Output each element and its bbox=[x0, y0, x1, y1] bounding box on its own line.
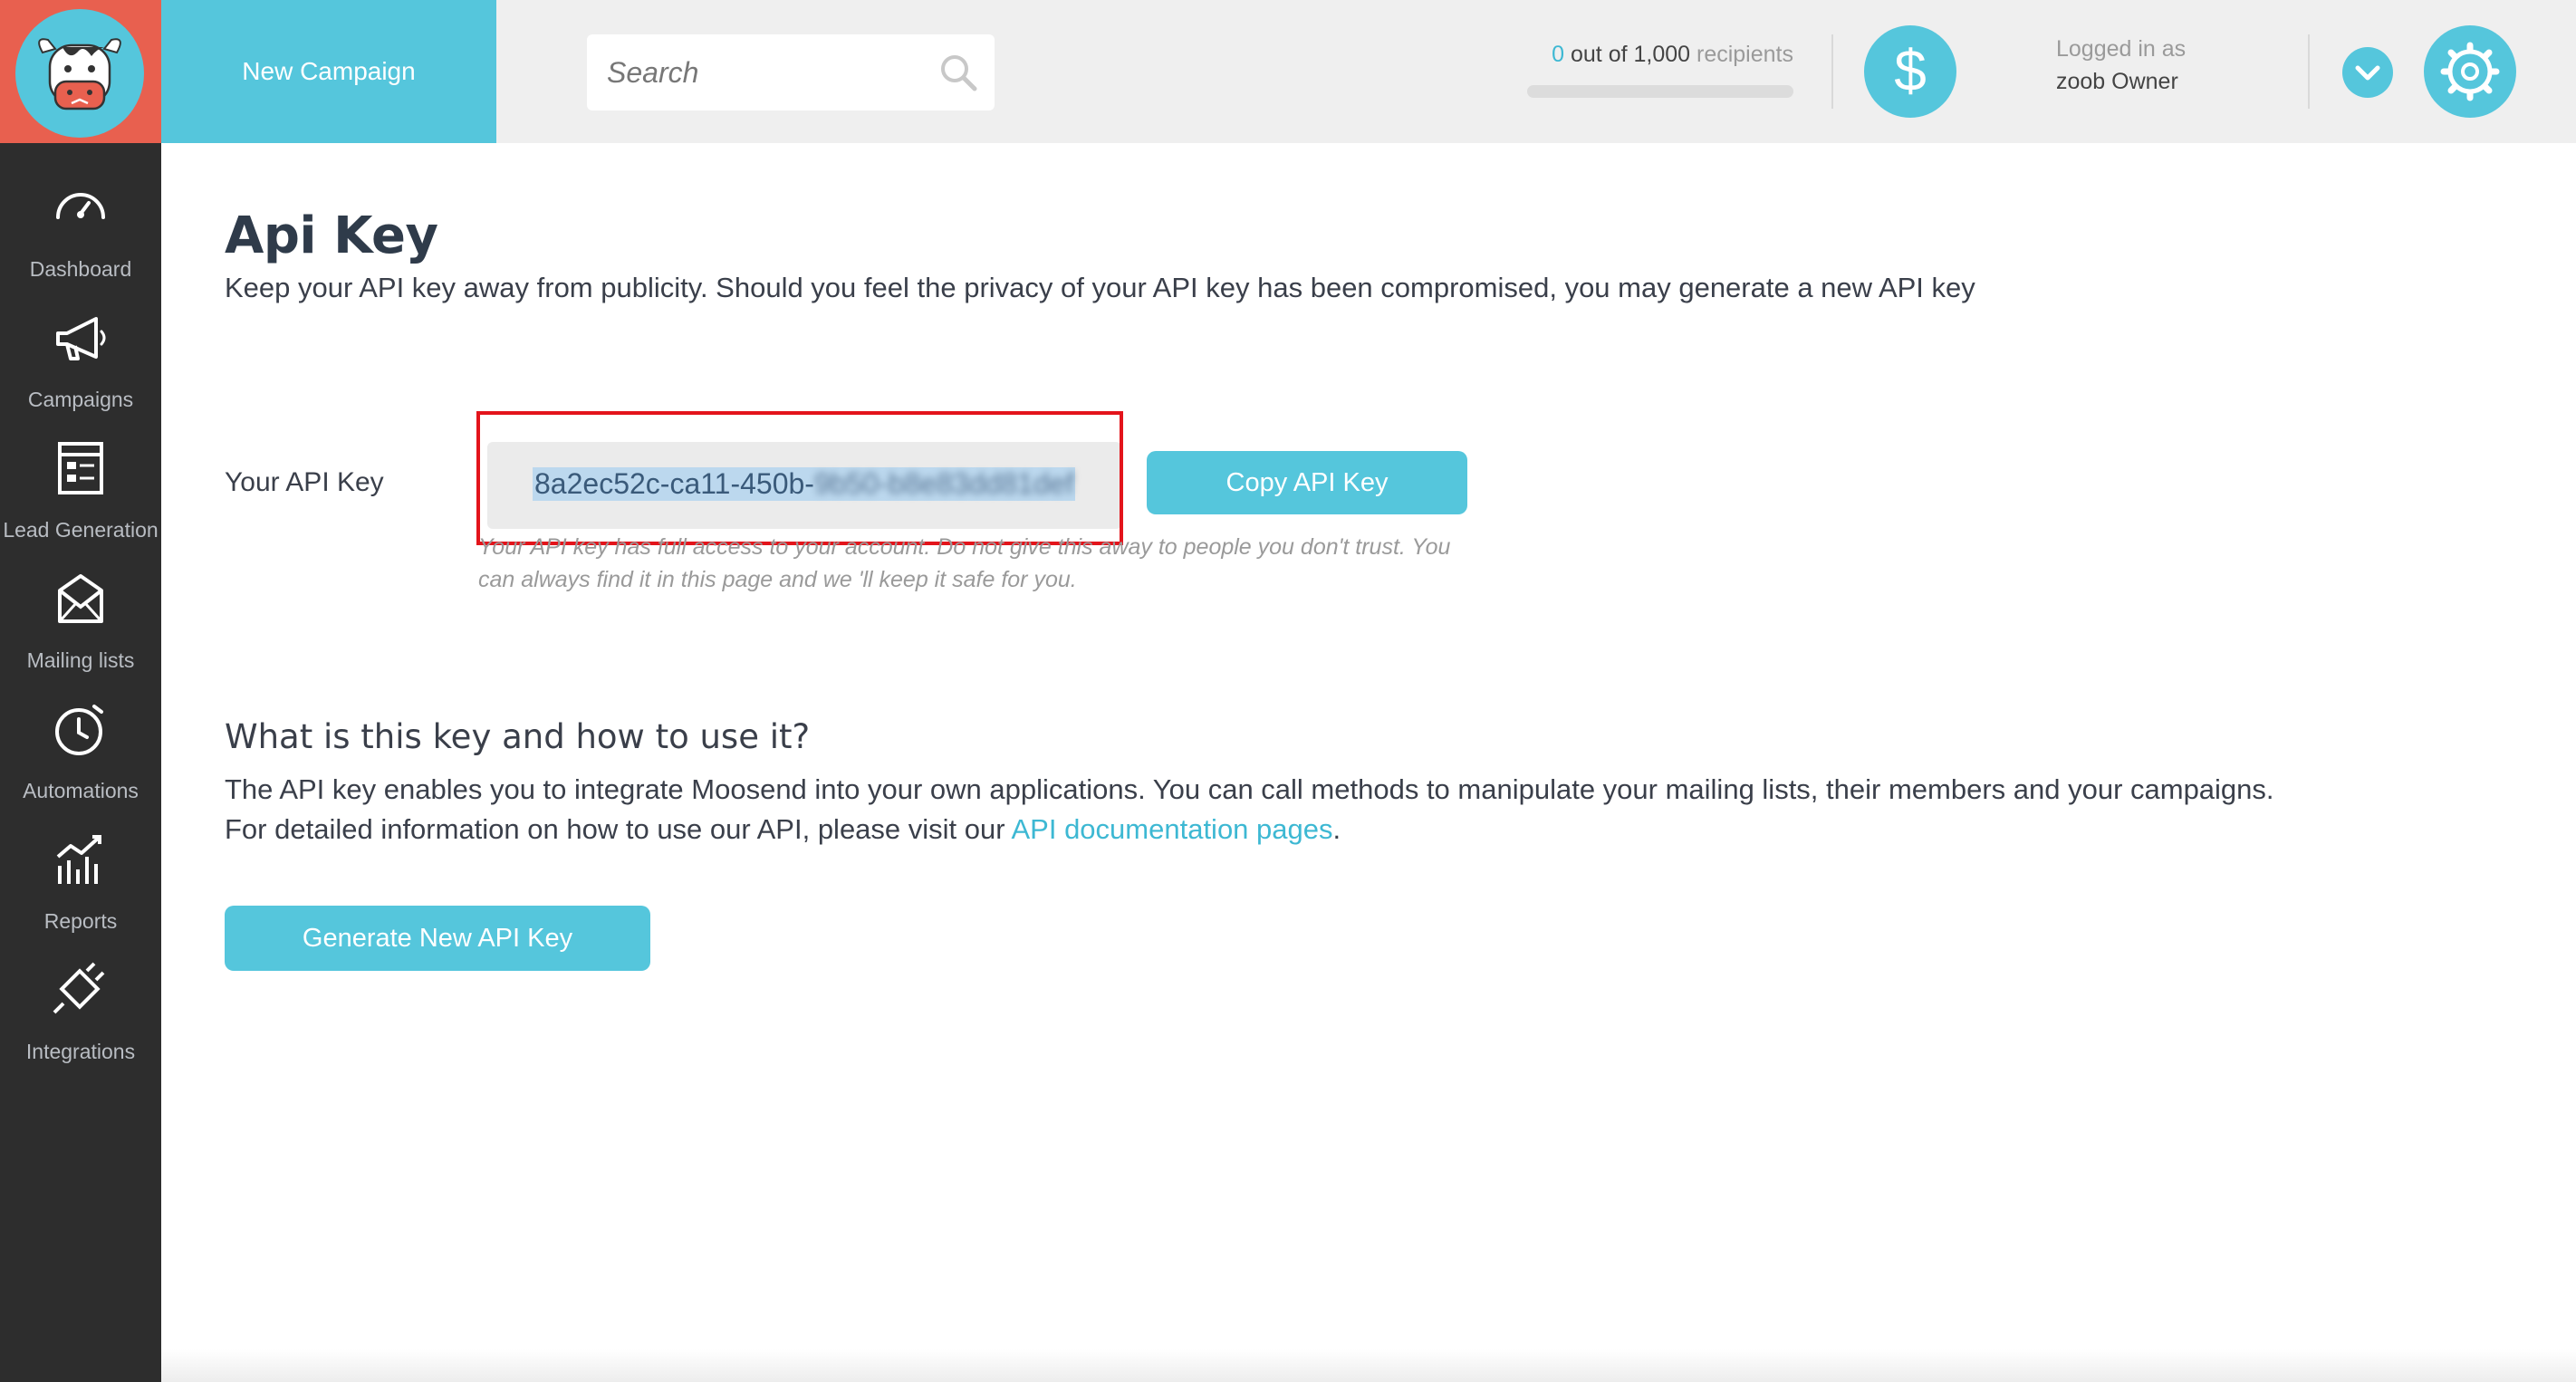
page-subtitle: Keep your API key away from publicity. S… bbox=[225, 272, 1975, 303]
sidebar: Dashboard Campaigns Lead Generation Mail… bbox=[0, 0, 161, 1382]
paragraph-text: For detailed information on how to use o… bbox=[225, 813, 1012, 845]
search-box bbox=[587, 34, 995, 110]
section-paragraph: The API key enables you to integrate Moo… bbox=[225, 773, 2274, 805]
highlight-frame bbox=[476, 411, 1123, 545]
section-title: What is this key and how to use it? bbox=[225, 717, 811, 756]
page-title: Api Key bbox=[225, 206, 438, 265]
copy-api-key-button[interactable]: Copy API Key bbox=[1147, 451, 1467, 514]
gear-icon bbox=[2440, 42, 2500, 101]
api-key-note: Your API key has full access to your acc… bbox=[478, 531, 1511, 596]
recipients-progress-bar bbox=[1527, 85, 1793, 98]
settings-button[interactable] bbox=[2424, 25, 2516, 118]
svg-text:$: $ bbox=[1894, 38, 1927, 103]
sidebar-item-label: Reports bbox=[43, 909, 118, 933]
plug-icon bbox=[53, 962, 105, 1014]
sidebar-item-label: Lead Generation bbox=[3, 518, 159, 542]
logo-area[interactable] bbox=[0, 0, 161, 143]
moosend-logo-icon bbox=[15, 9, 144, 138]
account-menu-button[interactable] bbox=[2342, 47, 2393, 98]
new-campaign-button[interactable]: New Campaign bbox=[161, 0, 496, 143]
sidebar-item-label: Dashboard bbox=[29, 257, 132, 281]
logged-in-label: Logged in as bbox=[2056, 36, 2187, 62]
form-icon bbox=[58, 442, 103, 494]
sidebar-item-integrations[interactable]: Integrations bbox=[0, 960, 161, 1087]
section-paragraph: For detailed information on how to use o… bbox=[225, 813, 1341, 846]
sidebar-item-dashboard[interactable]: Dashboard bbox=[0, 178, 161, 304]
timer-icon bbox=[55, 705, 103, 755]
paragraph-text: . bbox=[1332, 813, 1341, 845]
recipients-word: recipients bbox=[1697, 42, 1793, 67]
sidebar-item-label: Integrations bbox=[25, 1040, 136, 1063]
speedometer-icon bbox=[56, 193, 105, 219]
bar-chart-icon bbox=[56, 835, 101, 884]
api-key-note-line: can always find it in this page and we '… bbox=[478, 567, 1077, 592]
recipients-limit: out of 1,000 bbox=[1564, 42, 1697, 67]
api-documentation-link[interactable]: API documentation pages bbox=[1011, 813, 1332, 845]
chevron-down-icon bbox=[2355, 65, 2380, 81]
envelope-icon bbox=[58, 574, 103, 623]
bottom-shade bbox=[161, 1349, 2576, 1382]
divider bbox=[2308, 34, 2310, 109]
user-name: zoob Owner bbox=[2056, 69, 2178, 94]
recipients-counter: 0 out of 1,000 recipients bbox=[1527, 42, 1793, 68]
api-key-label: Your API Key bbox=[225, 467, 384, 497]
sidebar-item-label: Mailing lists bbox=[26, 648, 135, 672]
sidebar-item-automations[interactable]: Automations bbox=[0, 699, 161, 826]
divider bbox=[1831, 34, 1833, 109]
sidebar-item-reports[interactable]: Reports bbox=[0, 830, 161, 956]
recipients-count: 0 bbox=[1552, 42, 1565, 67]
sidebar-item-label: Campaigns bbox=[27, 388, 134, 411]
search-icon[interactable] bbox=[938, 53, 978, 92]
search-input[interactable] bbox=[605, 49, 917, 96]
sidebar-item-lead-generation[interactable]: Lead Generation bbox=[0, 438, 161, 565]
sidebar-item-campaigns[interactable]: Campaigns bbox=[0, 308, 161, 435]
generate-new-api-key-button[interactable]: Generate New API Key bbox=[225, 906, 650, 971]
sidebar-item-mailing-lists[interactable]: Mailing lists bbox=[0, 569, 161, 696]
dollar-icon: $ bbox=[1894, 38, 1927, 103]
billing-button[interactable]: $ bbox=[1864, 25, 1956, 118]
sidebar-item-label: Automations bbox=[23, 779, 139, 802]
api-key-note-line: Your API key has full access to your acc… bbox=[478, 534, 1451, 560]
megaphone-icon bbox=[56, 317, 106, 360]
top-bar bbox=[161, 0, 2576, 143]
